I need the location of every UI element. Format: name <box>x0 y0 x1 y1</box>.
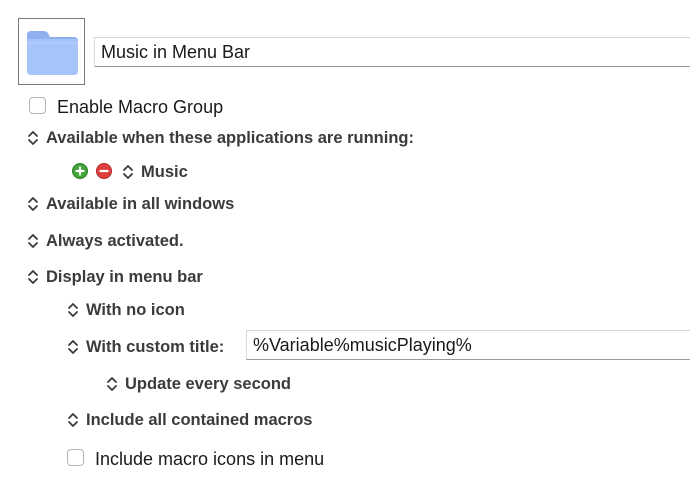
menu-title-label: With custom title: <box>86 338 225 356</box>
remove-application-button[interactable] <box>96 163 112 179</box>
include-macro-icons-label: Include macro icons in menu <box>95 449 325 469</box>
custom-title-field[interactable]: %Variable%musicPlaying% <box>246 330 690 360</box>
minus-circle-icon <box>99 169 109 173</box>
application-popup[interactable]: Music <box>122 161 188 183</box>
menu-icon-popup[interactable]: With no icon <box>67 299 185 321</box>
up-down-chevron-icon <box>28 197 38 211</box>
up-down-chevron-icon <box>107 377 117 391</box>
up-down-chevron-icon <box>28 234 38 248</box>
folder-icon <box>27 31 78 75</box>
group-name-field[interactable]: Music in Menu Bar <box>94 37 690 67</box>
activation-label: Always activated. <box>46 232 184 250</box>
include-macro-icons-checkbox[interactable] <box>67 449 84 466</box>
application-name: Music <box>141 163 188 181</box>
up-down-chevron-icon <box>68 413 78 427</box>
up-down-chevron-icon <box>28 131 38 145</box>
contained-macros-popup[interactable]: Include all contained macros <box>67 409 312 431</box>
update-frequency-popup[interactable]: Update every second <box>106 373 291 395</box>
up-down-chevron-icon <box>68 303 78 317</box>
menu-bar-display-label: Display in menu bar <box>46 268 203 286</box>
applications-condition-label: Available when these applications are ru… <box>46 129 414 147</box>
enable-macro-group-checkbox[interactable] <box>29 97 46 114</box>
contained-macros-label: Include all contained macros <box>86 411 313 429</box>
menu-icon-label: With no icon <box>86 301 185 319</box>
up-down-chevron-icon <box>28 270 38 284</box>
add-application-button[interactable] <box>72 163 88 179</box>
group-icon-well[interactable] <box>18 18 85 85</box>
update-frequency-label: Update every second <box>125 375 291 393</box>
menu-title-popup[interactable]: With custom title: <box>67 336 224 358</box>
plus-circle-icon <box>75 166 85 176</box>
activation-popup[interactable]: Always activated. <box>27 230 184 252</box>
up-down-chevron-icon <box>68 340 78 354</box>
menu-bar-display-popup[interactable]: Display in menu bar <box>27 266 203 288</box>
applications-condition-popup[interactable]: Available when these applications are ru… <box>27 127 414 149</box>
windows-condition-label: Available in all windows <box>46 195 235 213</box>
up-down-chevron-icon <box>123 165 133 179</box>
enable-macro-group-label: Enable Macro Group <box>57 97 224 117</box>
windows-condition-popup[interactable]: Available in all windows <box>27 193 234 215</box>
